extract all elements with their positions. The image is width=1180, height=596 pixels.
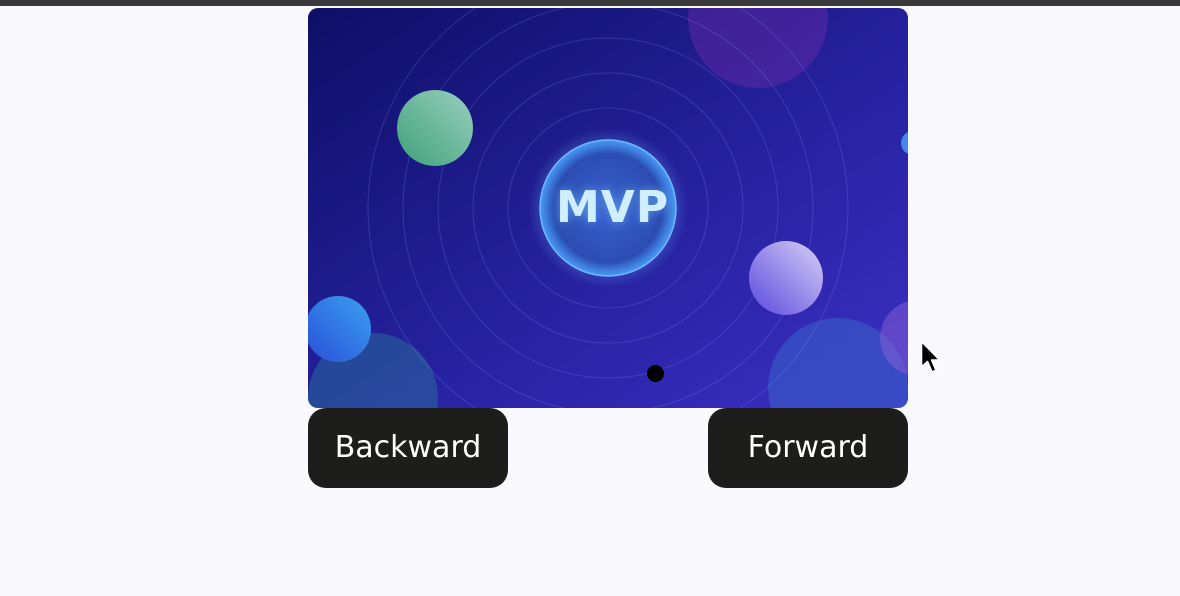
backward-button[interactable]: Backward [308,408,508,488]
browser-top-edge [0,0,1180,6]
mouse-pointer-icon [920,340,941,373]
forward-button[interactable]: Forward [708,408,908,488]
slide-indicator-dot[interactable] [647,365,664,382]
slide-badge-text: MVP [556,182,670,233]
image-carousel: MVP [308,8,908,408]
